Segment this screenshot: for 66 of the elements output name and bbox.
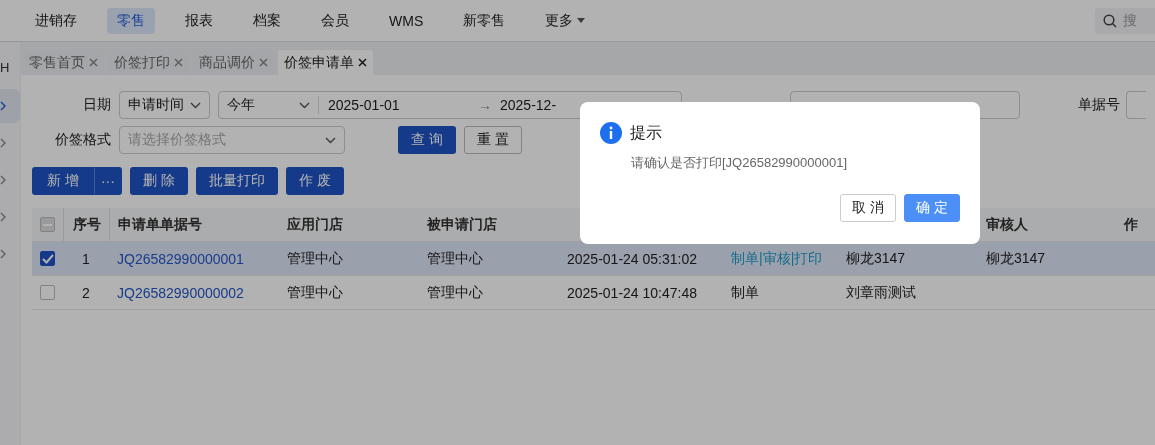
chevron-icon [325, 136, 336, 144]
nav-tab[interactable]: WMS [379, 7, 434, 34]
column-header: 序号 [72, 215, 101, 234]
delete-button[interactable]: 删 除 [129, 167, 188, 195]
page-tab[interactable]: 价签申请单 [278, 50, 373, 75]
table-cell: 管理中心 [287, 249, 343, 268]
reset-button[interactable]: 重 置 [463, 126, 522, 154]
column-header: 被申请门店 [427, 215, 497, 234]
table-row[interactable]: 2 JQ26582990000002 管理中心 管理中心 2025-01-24 10:47:48 制单 刘章雨测试 [32, 276, 1155, 310]
row-checkbox[interactable] [40, 285, 55, 300]
doc-link[interactable]: JQ26582990000001 [117, 250, 244, 267]
caret-icon [577, 18, 586, 23]
query-button[interactable]: 查 询 [398, 126, 456, 154]
close-icon[interactable] [358, 58, 367, 67]
nav-tab[interactable]: 零售 [107, 7, 155, 34]
table-cell: 刘章雨测试 [846, 283, 916, 302]
table-cell: 制单 [731, 283, 759, 302]
nav-tab[interactable]: 新零售 [453, 7, 516, 34]
column-header: 作 [1124, 215, 1138, 234]
table-cell: 管理中心 [287, 283, 343, 302]
more-button[interactable]: ··· [93, 167, 122, 195]
batch-print-button[interactable]: 批量打印 [195, 167, 278, 195]
nav-tab[interactable]: 进销存 [25, 7, 87, 34]
table-cell: 2025-01-24 05:31:02 [567, 250, 697, 267]
range-arrow: → [478, 97, 492, 113]
format-label: 价签格式 [54, 131, 112, 149]
nav-tab[interactable]: 更多 [535, 7, 596, 34]
dialog-title: 提示 [630, 122, 662, 143]
table-row[interactable]: 1 JQ26582990000001 管理中心 管理中心 2025-01-24 05:31:02 制单|审核|打印 柳龙3147 柳龙3147 [32, 242, 1155, 276]
chevron-icon [0, 175, 6, 185]
table-cell: 管理中心 [427, 283, 483, 302]
chevron-icon [0, 249, 6, 259]
search-icon [1103, 13, 1117, 28]
column-header: 应用门店 [287, 215, 343, 234]
column-header: 申请单单据号 [118, 215, 202, 234]
row-checkbox[interactable] [40, 251, 55, 266]
cancel-button[interactable]: 取 消 [840, 194, 896, 222]
column-header: 审核人 [986, 215, 1028, 234]
chevron-icon [190, 101, 201, 109]
add-button[interactable]: 新 增 [32, 167, 94, 195]
chevron-icon [0, 212, 6, 222]
table-cell: 2025-01-24 10:47:48 [567, 284, 697, 301]
nav-tab[interactable]: 会员 [311, 7, 359, 34]
chevron-icon [299, 101, 310, 109]
nav-tab[interactable]: 报表 [175, 7, 223, 34]
date-label: 日期 [82, 96, 112, 114]
sidebar-item[interactable] [0, 89, 20, 123]
doc-link[interactable]: JQ26582990000002 [117, 284, 244, 301]
sidebar-label: H [0, 60, 10, 75]
dialog-message: 请确认是否打印[JQ26582990000001] [631, 154, 849, 172]
chevron-icon [0, 138, 6, 148]
void-button[interactable]: 作 废 [285, 167, 344, 195]
nav-tab[interactable]: 档案 [243, 7, 291, 34]
table-cell: 柳龙3147 [986, 249, 1046, 268]
select-all-checkbox[interactable] [40, 217, 55, 232]
ok-button[interactable]: 确 定 [904, 194, 960, 222]
date-type-select[interactable]: 申请时间 [119, 91, 210, 119]
table-cell: 1 [82, 250, 90, 267]
table-cell: 柳龙3147 [846, 249, 906, 268]
doc-number-field[interactable] [1126, 91, 1146, 119]
info-icon [600, 122, 622, 144]
doc-number-label: 单据号 [1078, 96, 1120, 114]
table-cell: 制单|审核|打印 [731, 249, 823, 268]
table-cell: 管理中心 [427, 249, 483, 268]
table-cell: 2 [82, 284, 90, 301]
chevron-icon [0, 101, 6, 111]
